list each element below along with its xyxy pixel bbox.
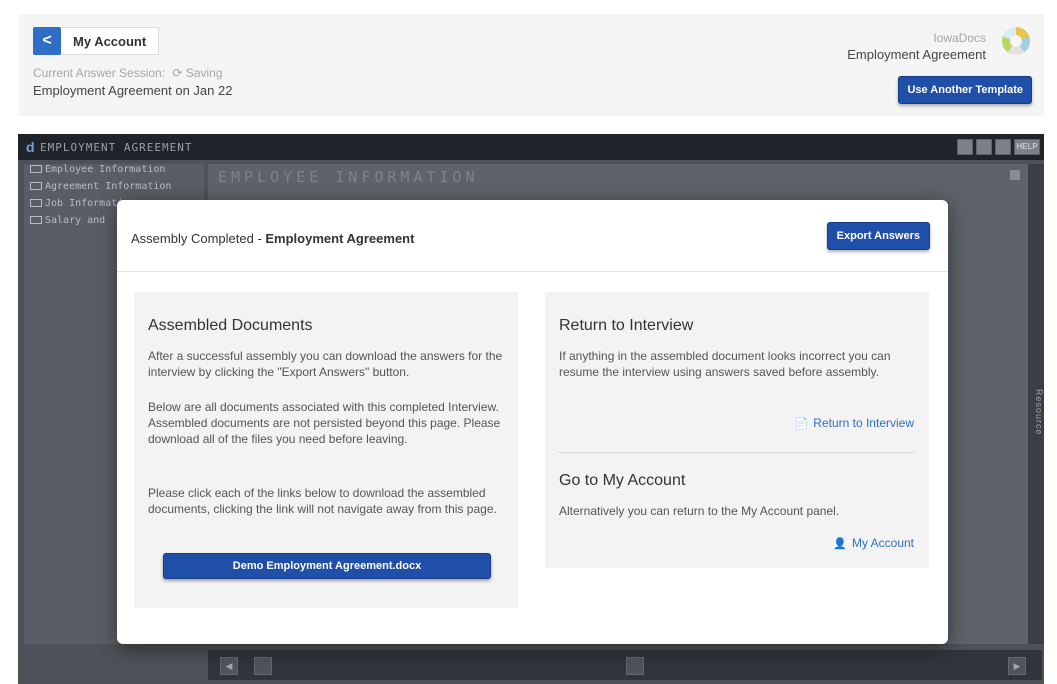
brand-document: Employment Agreement bbox=[847, 47, 986, 62]
go-to-account-heading: Go to My Account bbox=[559, 472, 686, 489]
export-answers-button[interactable]: Export Answers bbox=[826, 222, 930, 250]
account-header: < My Account Current Answer Session: ⟳ S… bbox=[18, 14, 1044, 116]
previous-icon[interactable]: ◀ bbox=[220, 657, 238, 675]
app-toolbar: HELP bbox=[957, 139, 1040, 155]
help-button[interactable]: HELP bbox=[1014, 139, 1040, 155]
outline-toggle-icon[interactable] bbox=[254, 657, 272, 675]
brand-name: IowaDocs bbox=[933, 31, 986, 45]
folder-icon bbox=[30, 216, 42, 224]
settings-icon[interactable] bbox=[995, 139, 1011, 155]
return-to-interview-label: Return to Interview bbox=[813, 416, 914, 430]
pane-title: EMPLOYEE INFORMATION bbox=[218, 168, 479, 186]
divider bbox=[559, 452, 915, 453]
assembled-documents-text: After a successful assembly you can down… bbox=[148, 349, 503, 379]
folder-icon bbox=[30, 199, 42, 207]
saving-label: Saving bbox=[185, 66, 223, 80]
brand-logo-icon bbox=[1002, 27, 1030, 55]
assembly-completed-dialog: Assembly Completed - Employment Agreemen… bbox=[117, 200, 948, 644]
session-name: Employment Agreement on Jan 22 bbox=[33, 83, 233, 98]
interview-nav-bar: ◀ ▶ bbox=[208, 650, 1042, 680]
chevron-left-icon: < bbox=[42, 32, 52, 49]
pane-toggle-icon[interactable] bbox=[1010, 170, 1020, 180]
dialog-header: Assembly Completed - Employment Agreemen… bbox=[117, 200, 948, 272]
assembled-documents-panel: Assembled Documents After a successful a… bbox=[134, 292, 518, 608]
brand-block: IowaDocs Employment Agreement bbox=[847, 31, 986, 62]
file-text-icon: 📄 bbox=[794, 417, 809, 430]
assembled-documents-text: Below are all documents associated with … bbox=[148, 400, 501, 446]
my-account-button[interactable]: My Account bbox=[61, 27, 160, 55]
save-icon[interactable] bbox=[957, 139, 973, 155]
back-button[interactable]: < bbox=[33, 27, 61, 55]
navigation-panel: Return to Interview If anything in the a… bbox=[545, 292, 929, 568]
return-to-interview-link[interactable]: 📄 Return to Interview bbox=[795, 416, 914, 430]
folder-icon bbox=[30, 182, 42, 190]
user-icon: 👤 bbox=[833, 537, 847, 550]
assembled-documents-heading: Assembled Documents bbox=[148, 317, 313, 334]
print-icon[interactable] bbox=[976, 139, 992, 155]
download-document-button[interactable]: Demo Employment Agreement.docx bbox=[163, 553, 491, 579]
finish-icon[interactable] bbox=[626, 657, 644, 675]
session-label: Current Answer Session: bbox=[33, 66, 166, 80]
app-title: EMPLOYMENT AGREEMENT bbox=[40, 141, 193, 154]
next-icon[interactable]: ▶ bbox=[1008, 657, 1026, 675]
my-account-link[interactable]: 👤 My Account bbox=[833, 536, 914, 550]
use-another-template-button[interactable]: Use Another Template bbox=[898, 76, 1032, 104]
assembled-documents-text: Please click each of the links below to … bbox=[148, 486, 497, 516]
return-to-interview-text: If anything in the assembled document lo… bbox=[559, 349, 891, 379]
folder-icon bbox=[30, 165, 42, 173]
spinner-icon: ⟳ bbox=[172, 66, 183, 80]
my-account-label: My Account bbox=[851, 536, 914, 550]
return-to-interview-heading: Return to Interview bbox=[559, 317, 694, 334]
go-to-account-text: Alternatively you can return to the My A… bbox=[559, 504, 840, 518]
app-header: d EMPLOYMENT AGREEMENT HELP bbox=[18, 134, 1044, 160]
resource-rail[interactable]: Resource bbox=[1028, 164, 1044, 644]
dialog-title-document: Employment Agreement bbox=[265, 231, 415, 246]
outline-item[interactable]: Employee Information bbox=[24, 164, 204, 181]
app-logo-icon: d bbox=[26, 139, 35, 155]
outline-item[interactable]: Agreement Information bbox=[24, 181, 204, 198]
dialog-title-prefix: Assembly Completed - bbox=[131, 231, 266, 246]
session-status: Current Answer Session: ⟳ Saving bbox=[33, 66, 223, 80]
dialog-title: Assembly Completed - Employment Agreemen… bbox=[131, 231, 414, 246]
